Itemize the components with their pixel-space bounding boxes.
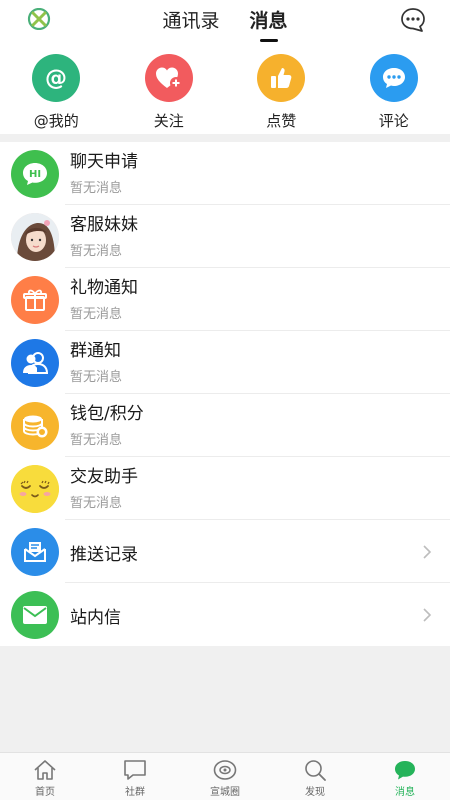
quick-action-likes[interactable]: 点赞: [225, 42, 338, 134]
tab-messages-active[interactable]: 消息: [360, 753, 450, 800]
chevron-right-icon: [423, 608, 432, 622]
quick-actions: @ @我的 关注 点赞 评论: [0, 42, 450, 134]
tab-label: 消息: [395, 787, 415, 798]
hi-chat-icon: HI: [11, 150, 59, 198]
thumbs-up-icon: [257, 54, 306, 102]
list-item-subtitle: 暂无消息: [70, 433, 123, 448]
quick-action-label: 点赞: [266, 112, 297, 130]
gift-icon: [11, 276, 59, 324]
list-item-inbox[interactable]: 站内信: [0, 583, 450, 646]
svg-text:@: @: [45, 66, 67, 91]
envelope-open-icon: [11, 528, 59, 576]
top-bar: 通讯录 消息: [0, 0, 450, 42]
tab-label: 宣城圈: [210, 787, 240, 798]
tab-community[interactable]: 社群: [90, 753, 180, 800]
chat-bubble-icon: [124, 760, 146, 780]
list-item-title: 群通知: [70, 341, 121, 361]
list-item-title: 钱包/积分: [70, 404, 144, 424]
circle-eye-icon: [213, 760, 237, 780]
list-item-customer-service[interactable]: 客服妹妹 暂无消息: [0, 205, 450, 268]
tab-label: 首页: [35, 787, 55, 798]
tab-contacts[interactable]: 通讯录: [162, 6, 219, 39]
chevron-right-icon: [423, 545, 432, 559]
header-tabs: 通讯录 消息: [0, 6, 450, 42]
coins-icon: [11, 402, 59, 450]
quick-action-comments[interactable]: 评论: [338, 42, 450, 134]
list-item-subtitle: 暂无消息: [70, 370, 123, 385]
quick-action-label: 关注: [153, 112, 184, 130]
list-item-friend-assistant[interactable]: 交友助手 暂无消息: [0, 457, 450, 520]
more-chat-icon[interactable]: [400, 7, 426, 33]
tab-discover[interactable]: 发现: [270, 753, 360, 800]
tab-xuancheng-circle[interactable]: 宣城圈: [180, 753, 270, 800]
list-item-push-records[interactable]: 推送记录: [0, 520, 450, 583]
quick-action-label: 评论: [378, 112, 409, 130]
list-item-title: 礼物通知: [70, 278, 138, 298]
list-item-gift-notice[interactable]: 礼物通知 暂无消息: [0, 268, 450, 331]
list-item-subtitle: 暂无消息: [70, 496, 123, 511]
message-icon: [395, 761, 415, 780]
home-icon: [34, 760, 56, 780]
bottom-tab-bar: 首页 社群 宣城圈 发现 消息: [0, 752, 450, 800]
list-item-title: 站内信: [70, 608, 121, 628]
envelope-icon: [11, 591, 59, 639]
list-item-subtitle: 暂无消息: [70, 181, 123, 196]
list-item-subtitle: 暂无消息: [70, 307, 123, 322]
quick-action-follow[interactable]: 关注: [113, 42, 226, 134]
message-list: HI 聊天申请 暂无消息 客服妹妹 暂无消息 礼物通知 暂无消息 群通知 暂无消…: [0, 142, 450, 646]
tab-label: 发现: [305, 787, 325, 798]
list-item-chat-request[interactable]: HI 聊天申请 暂无消息: [0, 142, 450, 205]
svg-text:HI: HI: [29, 169, 41, 180]
search-icon: [305, 760, 326, 781]
list-item-title: 交友助手: [70, 467, 138, 487]
list-item-title: 聊天申请: [70, 152, 138, 172]
tab-label: 社群: [125, 787, 145, 798]
list-item-group-notice[interactable]: 群通知 暂无消息: [0, 331, 450, 394]
girl-avatar-icon: [11, 213, 59, 261]
tab-messages[interactable]: 消息: [250, 6, 288, 42]
at-icon: @: [32, 54, 81, 102]
tab-home[interactable]: 首页: [0, 753, 90, 800]
list-item-wallet-points[interactable]: 钱包/积分 暂无消息: [0, 394, 450, 457]
quick-action-at-me[interactable]: @ @我的: [0, 42, 113, 134]
comment-icon: [369, 54, 418, 102]
group-icon: [11, 339, 59, 387]
list-item-title: 客服妹妹: [70, 215, 138, 235]
list-item-title: 推送记录: [70, 545, 138, 565]
smiley-icon: [11, 465, 59, 513]
quick-action-label: @我的: [33, 112, 79, 130]
list-item-subtitle: 暂无消息: [70, 244, 123, 259]
heart-plus-icon: [144, 54, 193, 102]
